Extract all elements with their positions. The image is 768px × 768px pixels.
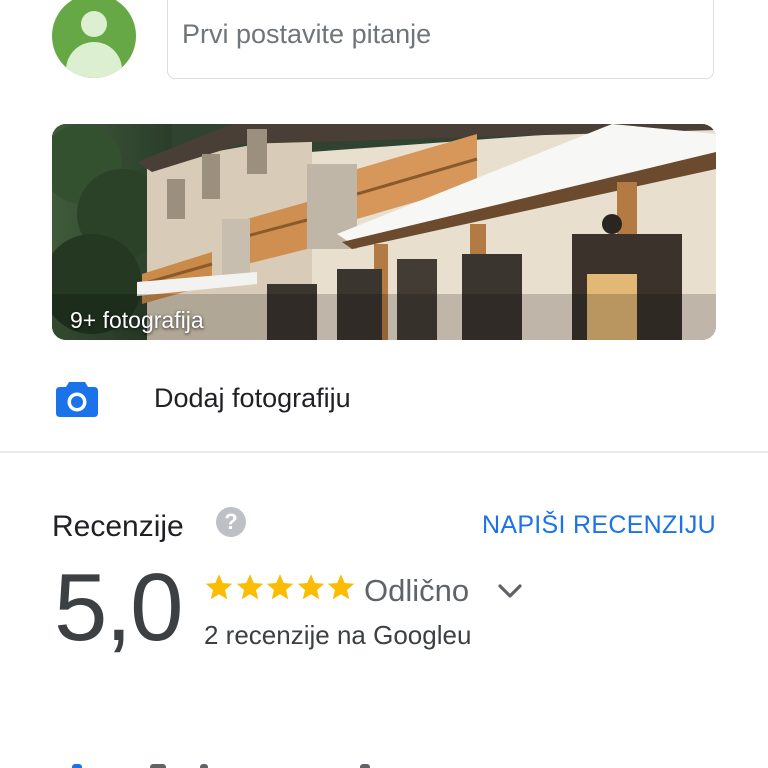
user-avatar <box>52 0 136 78</box>
reviews-heading: Recenzije <box>52 510 184 543</box>
avatar-head-shape <box>81 11 107 37</box>
star-icon <box>297 574 324 600</box>
place-details-page: Prvi postavite pitanje 9+ fotografija Do… <box>0 0 768 768</box>
cropped-next-row <box>60 760 560 768</box>
star-icon <box>236 574 263 600</box>
section-divider <box>0 451 768 453</box>
avatar-body-shape <box>66 42 122 78</box>
photo-count-caption: 9+ fotografija <box>70 307 204 333</box>
ask-question-input[interactable]: Prvi postavite pitanje <box>167 0 714 79</box>
cropped-text-fragment <box>360 764 370 768</box>
star-icon <box>205 574 233 600</box>
star-icon <box>327 574 355 600</box>
cropped-text-fragment <box>150 764 166 768</box>
rating-score: 5,0 <box>54 554 183 661</box>
star-icon <box>266 574 294 600</box>
ask-question-placeholder: Prvi postavite pitanje <box>182 19 432 49</box>
review-count[interactable]: 2 recenzije na Googleu <box>204 620 471 651</box>
help-icon[interactable]: ? <box>216 507 246 537</box>
write-review-button[interactable]: NAPIŠI RECENZIJU <box>482 511 716 540</box>
rating-descriptor[interactable]: Odlično <box>364 573 469 609</box>
cropped-icon-fragment <box>72 764 82 768</box>
camera-icon <box>56 382 98 417</box>
add-photo-button[interactable]: Dodaj fotografiju <box>0 370 768 430</box>
add-photo-label: Dodaj fotografiju <box>154 383 351 413</box>
rating-stars <box>204 570 357 610</box>
cropped-text-fragment <box>200 764 208 768</box>
chevron-down-icon[interactable] <box>496 580 524 602</box>
place-photo[interactable]: 9+ fotografija <box>52 124 716 340</box>
